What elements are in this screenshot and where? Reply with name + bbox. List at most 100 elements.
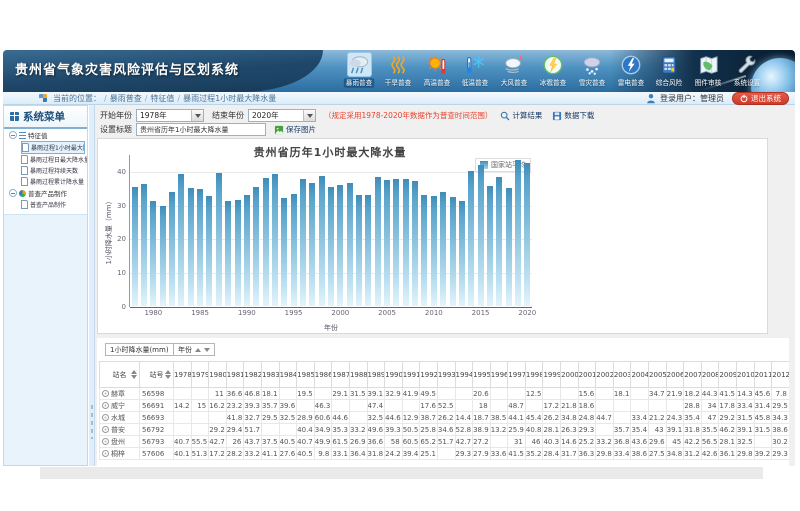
col-year-1983[interactable]: 1983 (261, 362, 279, 388)
bar-2019[interactable] (515, 160, 521, 306)
col-year-1991[interactable]: 1991 (402, 362, 420, 388)
bar-1984[interactable] (188, 188, 194, 306)
bar-2008[interactable] (412, 181, 418, 306)
save-image-button[interactable]: 保存图片 (274, 124, 316, 135)
sidebar-group-survey-products[interactable]: 普查产品制作 (4, 187, 87, 199)
bar-2009[interactable] (421, 195, 427, 306)
collapse-icon[interactable] (9, 189, 17, 197)
bar-1981[interactable] (160, 206, 166, 306)
col-year-1995[interactable]: 1995 (473, 362, 491, 388)
table-scroll-area[interactable]: 站名站号197819791980198119821983198419851986… (99, 361, 789, 466)
sort-desc-icon[interactable] (131, 375, 137, 379)
bar-2003[interactable] (365, 195, 371, 306)
sidebar-item-cumulative-precip[interactable]: 暴雨过程累计降水量 (21, 176, 87, 187)
bar-1996[interactable] (300, 179, 306, 306)
col-year-2007[interactable]: 2007 (684, 362, 702, 388)
breadcrumb-item-rainstorm[interactable]: 暴雨普查 (110, 93, 142, 104)
col-year-1984[interactable]: 1984 (279, 362, 297, 388)
col-year-1980[interactable]: 1980 (209, 362, 227, 388)
sort-asc-icon[interactable] (131, 370, 137, 374)
calculate-button[interactable]: 计算结果 (500, 110, 542, 121)
col-year-1998[interactable]: 1998 (525, 362, 543, 388)
toolbar-item-rainstorm[interactable]: 暴雨普查 (341, 52, 377, 92)
bar-1986[interactable] (206, 196, 212, 306)
bar-1990[interactable] (244, 195, 250, 306)
col-year-2005[interactable]: 2005 (649, 362, 667, 388)
toolbar-item-low-temp[interactable]: 低温普查 (457, 52, 493, 92)
row-select-radio[interactable] (102, 414, 109, 421)
col-year-1999[interactable]: 1999 (543, 362, 561, 388)
toolbar-item-lightning[interactable]: 雷电普查 (613, 52, 649, 92)
row-select-radio[interactable] (102, 450, 109, 457)
col-year-2010[interactable]: 2010 (737, 362, 755, 388)
toolbar-item-map-review[interactable]: 图件审核 (690, 52, 726, 92)
collapse-icon[interactable] (9, 131, 17, 139)
sort-desc-icon[interactable] (165, 375, 171, 379)
col-year-1985[interactable]: 1985 (297, 362, 315, 388)
toolbar-item-hail[interactable]: 冰雹普查 (535, 52, 571, 92)
bar-2005[interactable] (384, 180, 390, 306)
bar-1982[interactable] (169, 192, 175, 306)
bar-2020[interactable] (524, 163, 530, 306)
column-dim-box[interactable]: 年份 (173, 343, 215, 356)
sidebar-item-daily-max-precip[interactable]: 暴雨过程日最大降水量 (21, 154, 87, 165)
col-year-1992[interactable]: 1992 (420, 362, 438, 388)
col-year-1982[interactable]: 1982 (244, 362, 262, 388)
toolbar-item-settings[interactable]: 系统设置 (729, 52, 765, 92)
bar-1991[interactable] (253, 187, 259, 306)
col-year-1987[interactable]: 1987 (332, 362, 350, 388)
toolbar-item-high-temp[interactable]: 高温普查 (419, 52, 455, 92)
row-select-radio[interactable] (102, 438, 109, 445)
bar-1998[interactable] (319, 176, 325, 306)
col-year-2012[interactable]: 2012 (772, 362, 789, 388)
bar-2014[interactable] (468, 171, 474, 306)
col-year-1988[interactable]: 1988 (349, 362, 367, 388)
bar-2002[interactable] (356, 195, 362, 306)
col-year-1997[interactable]: 1997 (508, 362, 526, 388)
bar-2012[interactable] (450, 197, 456, 306)
toolbar-item-snow[interactable]: 雪灾普查 (574, 52, 610, 92)
bar-2000[interactable] (337, 185, 343, 306)
bar-2017[interactable] (496, 177, 502, 306)
chart-title-input[interactable] (136, 123, 266, 136)
bar-1992[interactable] (263, 178, 269, 306)
col-year-2009[interactable]: 2009 (719, 362, 737, 388)
bar-1983[interactable] (178, 174, 184, 306)
col-year-1981[interactable]: 1981 (226, 362, 244, 388)
col-year-1986[interactable]: 1986 (314, 362, 332, 388)
col-year-2000[interactable]: 2000 (561, 362, 579, 388)
row-select-radio[interactable] (102, 426, 109, 433)
col-year-2003[interactable]: 2003 (613, 362, 631, 388)
measure-field-box[interactable]: 1小时降水量(mm) (105, 343, 174, 356)
col-year-2008[interactable]: 2008 (701, 362, 719, 388)
col-year-1978[interactable]: 1978 (174, 362, 192, 388)
bar-2016[interactable] (487, 186, 493, 306)
bar-1999[interactable] (328, 187, 334, 306)
bar-2001[interactable] (347, 183, 353, 306)
bottom-scrollbar[interactable] (40, 467, 763, 479)
toolbar-item-composite-risk[interactable]: 综合风险 (651, 52, 687, 92)
col-year-1990[interactable]: 1990 (385, 362, 403, 388)
bar-1988[interactable] (225, 201, 231, 306)
bar-1989[interactable] (235, 200, 241, 306)
bar-2004[interactable] (375, 177, 381, 306)
bar-1993[interactable] (272, 174, 278, 306)
bar-2006[interactable] (393, 179, 399, 306)
bar-1985[interactable] (197, 189, 203, 306)
col-station-id[interactable]: 站号 (140, 362, 174, 388)
bar-1997[interactable] (309, 183, 315, 306)
bar-2007[interactable] (403, 179, 409, 306)
bar-1978[interactable] (132, 187, 138, 306)
end-year-select[interactable]: 2020年 (248, 109, 316, 122)
toolbar-item-drought[interactable]: 干旱普查 (380, 52, 416, 92)
row-select-radio[interactable] (102, 390, 109, 397)
bar-1994[interactable] (281, 198, 287, 306)
start-year-select[interactable]: 1978年 (136, 109, 204, 122)
col-year-2011[interactable]: 2011 (754, 362, 772, 388)
breadcrumb-item-feature[interactable]: 特征值 (150, 93, 174, 104)
sort-desc-icon[interactable] (204, 348, 210, 352)
col-year-1993[interactable]: 1993 (437, 362, 455, 388)
bar-2013[interactable] (459, 201, 465, 306)
sort-asc-icon[interactable] (195, 348, 201, 352)
bar-1979[interactable] (141, 184, 147, 306)
